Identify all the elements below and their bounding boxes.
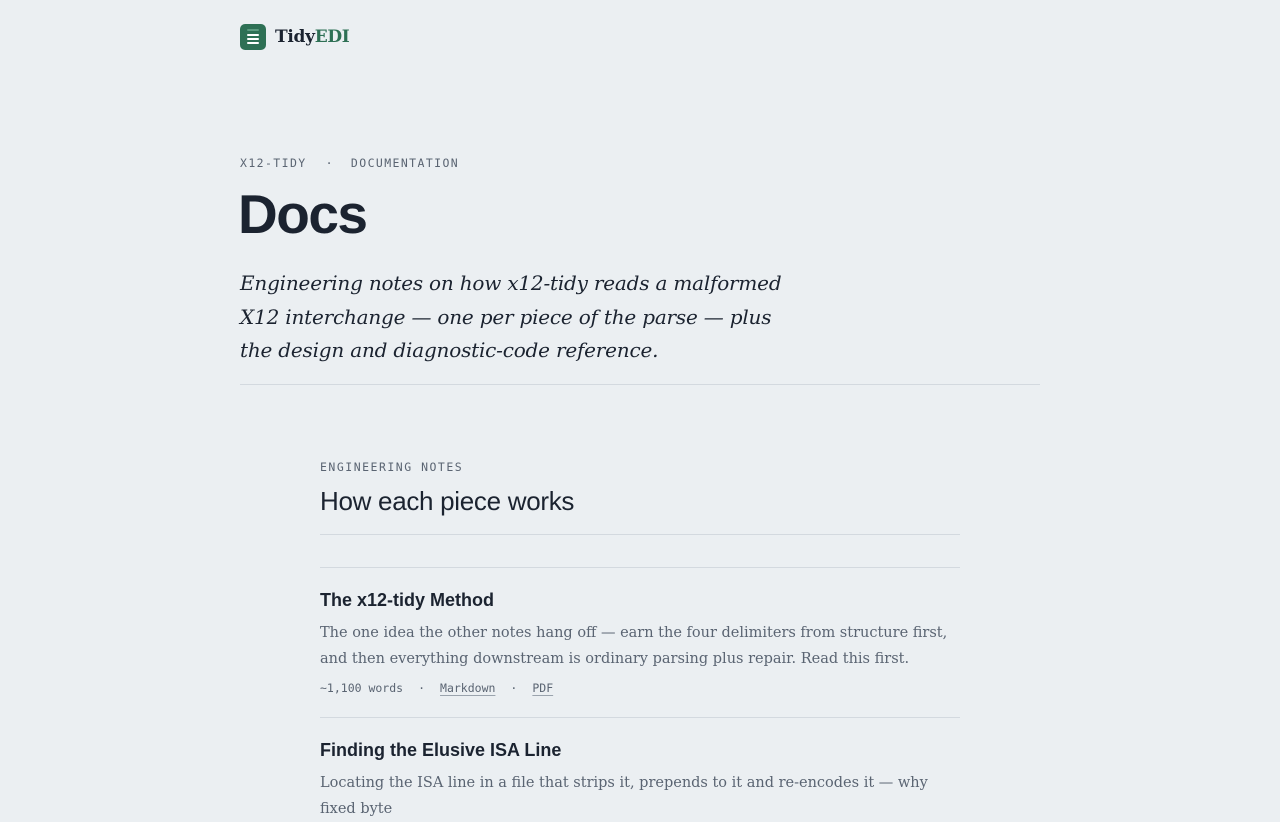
logo-mark-line-2 <box>247 38 259 40</box>
note-item: The x12-tidy Method The one idea the oth… <box>320 567 960 695</box>
note-word-count: ~1,100 words <box>320 681 404 695</box>
note-title-link[interactable]: Finding the Elusive ISA Line <box>320 738 561 762</box>
stacked-lines-icon[interactable] <box>240 24 266 50</box>
logo-mark-line-3 <box>247 42 259 44</box>
markdown-link[interactable]: Markdown <box>440 681 495 695</box>
page-title: Docs <box>238 183 368 245</box>
logo-mark-top-line <box>247 29 259 31</box>
brand-part-1: Tidy <box>275 27 315 47</box>
site-header: TidyEDI <box>240 24 350 50</box>
brand-part-2: EDI <box>314 27 350 47</box>
section-divider <box>320 534 960 535</box>
page-lede: Engineering notes on how x12-tidy reads … <box>240 271 782 362</box>
brand-wordmark[interactable]: TidyEDI <box>275 24 350 50</box>
pdf-link[interactable]: PDF <box>532 681 553 695</box>
breadcrumb-separator: · <box>325 156 334 170</box>
note-item: Finding the Elusive ISA Line Locating th… <box>320 717 960 817</box>
note-meta: ~1,100 words · Markdown · PDF <box>320 681 553 695</box>
breadcrumb: X12-TIDY · DOCUMENTATION <box>240 156 459 170</box>
note-title-link[interactable]: The x12-tidy Method <box>320 588 494 612</box>
section-eyebrow: ENGINEERING NOTES <box>320 460 464 474</box>
breadcrumb-project[interactable]: X12-TIDY <box>240 156 307 170</box>
meta-separator: · <box>510 681 518 695</box>
header-divider <box>240 384 1040 385</box>
logo-mark-line-1 <box>247 34 259 36</box>
section-title: How each piece works <box>320 486 575 516</box>
breadcrumb-section: DOCUMENTATION <box>350 156 460 170</box>
note-description: Locating the ISA line in a file that str… <box>320 775 928 817</box>
meta-separator: · <box>418 681 426 695</box>
note-description: The one idea the other notes hang off — … <box>320 625 948 667</box>
